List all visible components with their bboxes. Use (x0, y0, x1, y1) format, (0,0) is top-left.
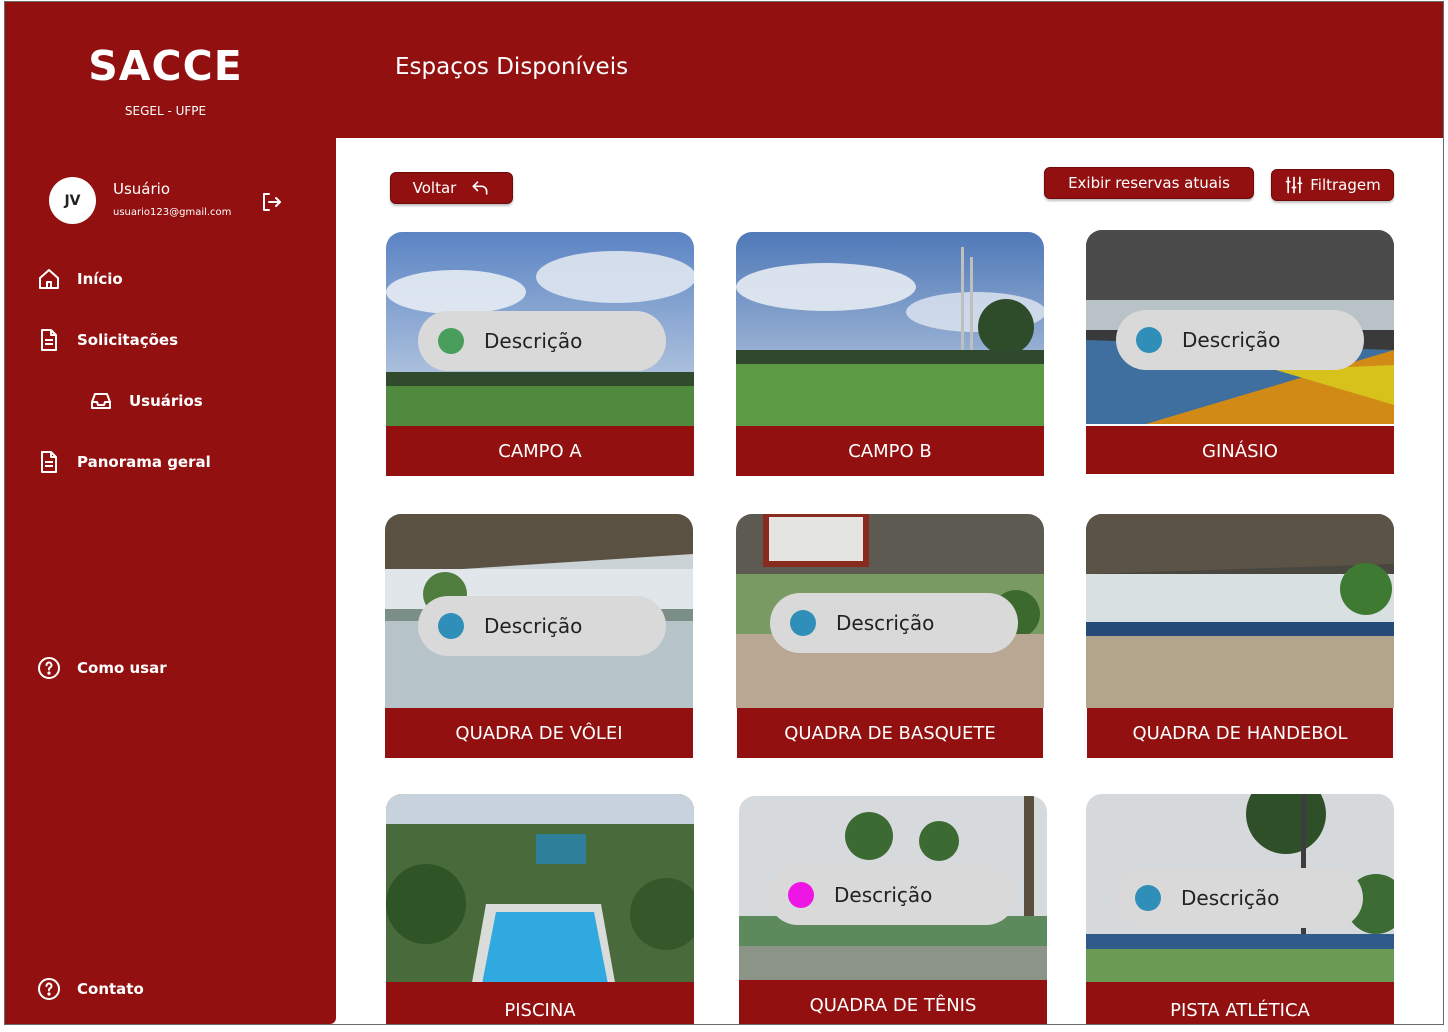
card-title: CAMPO B (736, 426, 1044, 476)
status-dot (790, 610, 816, 636)
space-card-quadra-handebol[interactable]: QUADRA DE HANDEBOL (1086, 514, 1394, 758)
status-dot (438, 328, 464, 354)
sidebar-item-usuarios[interactable]: Usuários (89, 389, 203, 413)
space-card-campo-b[interactable]: CAMPO B (736, 232, 1044, 476)
space-card-campo-a[interactable]: Descrição CAMPO A (386, 232, 694, 476)
page-title: Espaços Disponíveis (395, 54, 629, 80)
description-pill: Descrição (770, 593, 1018, 653)
description-text: Descrição (836, 611, 935, 635)
user-email: usuario123@gmail.com (113, 207, 232, 218)
sidebar-item-panorama[interactable]: Panorama geral (37, 450, 211, 474)
description-text: Descrição (1182, 328, 1281, 352)
space-card-piscina[interactable]: PISCINA (386, 794, 694, 1024)
sidebar-item-label: Início (77, 270, 123, 288)
description-pill: Descrição (1115, 868, 1363, 928)
space-card-pista-atletica[interactable]: Descrição PISTA ATLÉTICA (1086, 794, 1394, 1024)
status-dot (788, 882, 814, 908)
card-title: QUADRA DE TÊNIS (739, 980, 1047, 1024)
space-card-quadra-basquete[interactable]: Descrição QUADRA DE BASQUETE (736, 514, 1044, 758)
status-dot (1136, 327, 1162, 353)
avatar: JV (49, 177, 96, 224)
campo-b-photo (736, 232, 1044, 426)
status-dot (1135, 885, 1161, 911)
app-window: SACCE SEGEL - UFPE JV Usuário usuario123… (4, 1, 1444, 1025)
app-logo: SACCE (88, 42, 243, 90)
sidebar-item-como-usar[interactable]: Como usar (37, 656, 167, 680)
back-button[interactable]: Voltar (390, 172, 513, 204)
status-dot (438, 613, 464, 639)
description-pill: Descrição (418, 311, 666, 371)
sidebar-item-label: Como usar (77, 659, 167, 677)
help-icon (38, 978, 60, 1000)
filter-button-label: Filtragem (1310, 176, 1381, 194)
sidebar-item-solicitacoes[interactable]: Solicitações (37, 328, 178, 352)
sidebar-item-label: Usuários (129, 392, 203, 410)
space-card-quadra-volei[interactable]: Descrição QUADRA DE VÔLEI (385, 514, 693, 758)
description-text: Descrição (484, 614, 583, 638)
show-reservations-button[interactable]: Exibir reservas atuais (1044, 167, 1254, 199)
app-subtitle: SEGEL - UFPE (124, 104, 207, 118)
quadra-handebol-photo (1086, 514, 1394, 708)
sidebar-item-label: Solicitações (77, 331, 179, 349)
description-pill: Descrição (768, 865, 1016, 925)
user-name: Usuário (113, 180, 171, 198)
logout-icon[interactable] (259, 190, 283, 214)
inbox-icon (91, 393, 111, 409)
card-title: QUADRA DE HANDEBOL (1087, 708, 1393, 758)
card-title: GINÁSIO (1086, 426, 1394, 474)
filter-button[interactable]: Filtragem (1271, 169, 1394, 201)
return-arrow-icon (472, 181, 488, 195)
help-icon (38, 657, 60, 679)
back-button-label: Voltar (412, 179, 457, 197)
card-title: PISCINA (386, 982, 694, 1024)
description-pill: Descrição (418, 596, 666, 656)
description-text: Descrição (1181, 886, 1280, 910)
description-text: Descrição (484, 329, 583, 353)
card-title: QUADRA DE BASQUETE (737, 708, 1043, 758)
sidebar-item-inicio[interactable]: Início (37, 267, 123, 291)
home-icon (39, 269, 59, 289)
sidebar-item-label: Panorama geral (77, 453, 211, 471)
document-icon (41, 451, 57, 473)
card-title: CAMPO A (386, 426, 694, 476)
card-title: PISTA ATLÉTICA (1086, 982, 1394, 1024)
document-icon (41, 329, 57, 351)
sliders-icon (1285, 176, 1303, 194)
description-text: Descrição (834, 883, 933, 907)
sidebar-item-label: Contato (77, 980, 144, 998)
sidebar-item-contato[interactable]: Contato (37, 977, 144, 1001)
description-pill: Descrição (1116, 310, 1364, 370)
piscina-photo (386, 794, 694, 988)
card-title: QUADRA DE VÔLEI (385, 708, 693, 758)
sidebar: SACCE SEGEL - UFPE JV Usuário usuario123… (5, 2, 336, 1024)
space-card-ginasio[interactable]: Descrição GINÁSIO (1086, 230, 1394, 474)
show-reservations-label: Exibir reservas atuais (1068, 174, 1230, 192)
space-card-quadra-tenis[interactable]: Descrição QUADRA DE TÊNIS (739, 796, 1047, 1024)
